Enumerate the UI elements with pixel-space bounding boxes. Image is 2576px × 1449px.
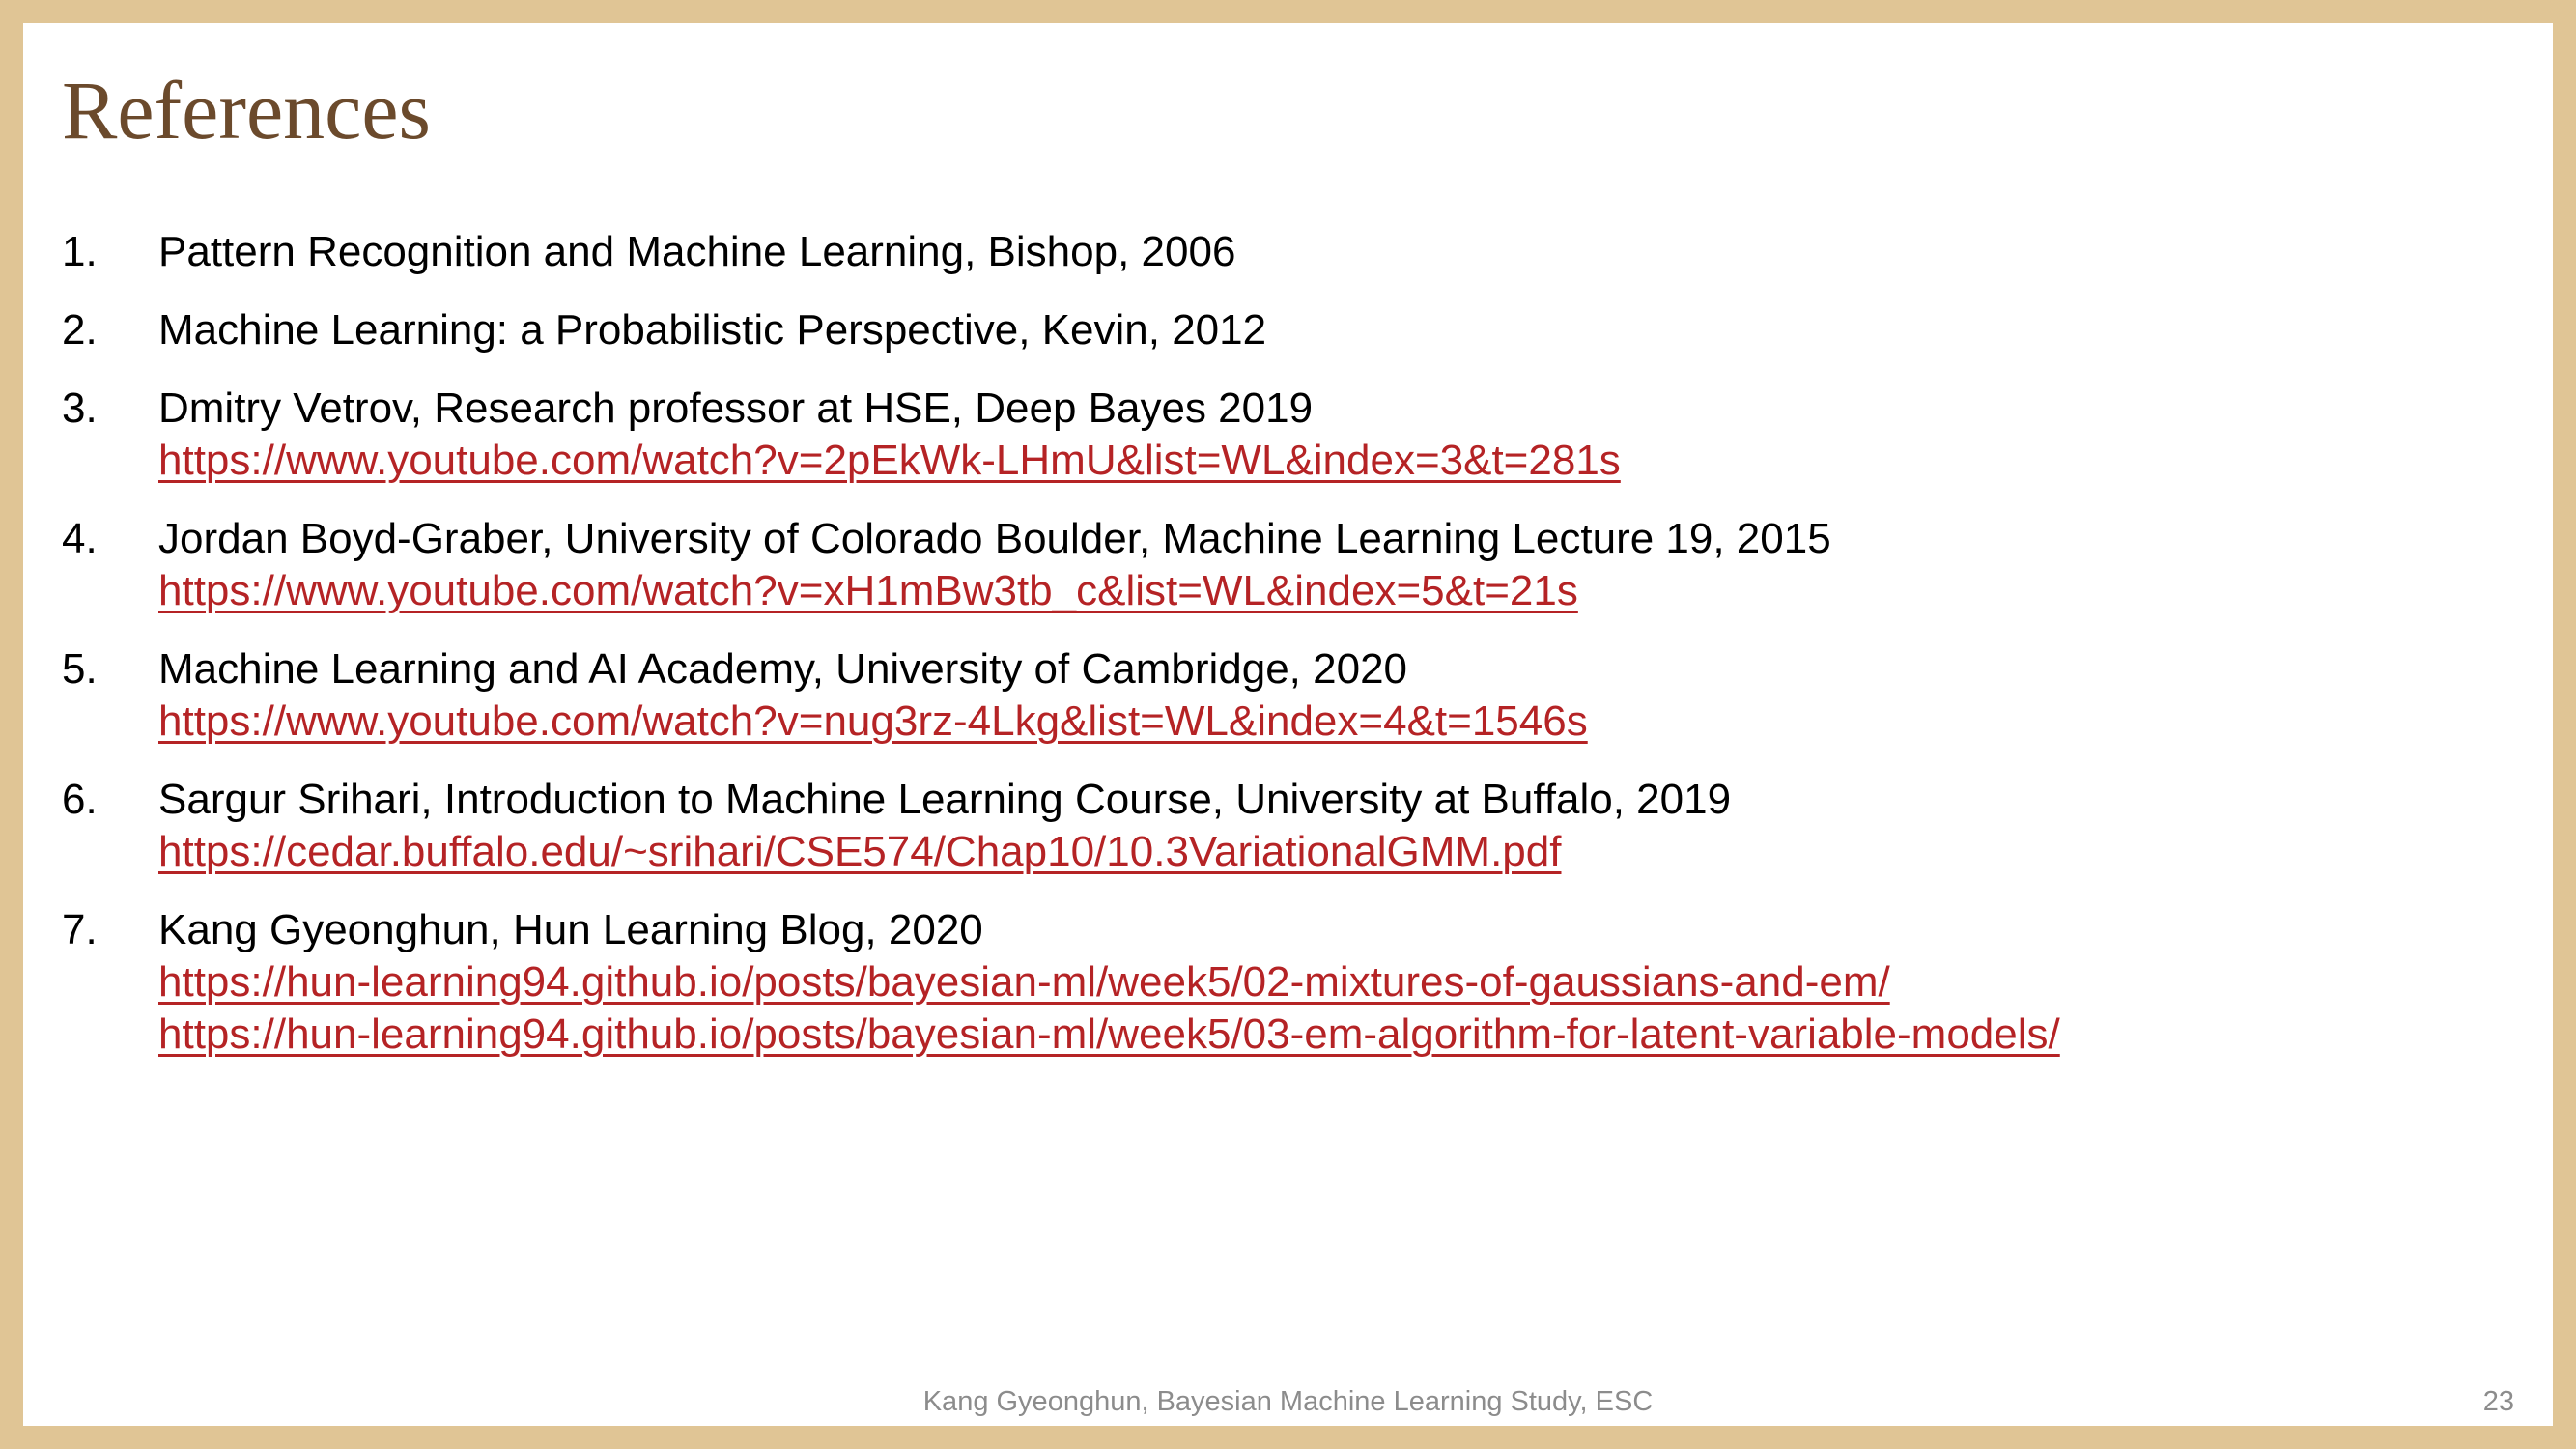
reference-item: 4. Jordan Boyd-Graber, University of Colo… (62, 513, 2515, 617)
reference-list: 1. Pattern Recognition and Machine Learni… (62, 226, 2515, 1087)
reference-link[interactable]: https://www.youtube.com/watch?v=nug3rz-4… (158, 696, 2515, 748)
reference-number: 5. (62, 645, 98, 693)
slide-title: References (62, 64, 431, 156)
reference-link[interactable]: https://cedar.buffalo.edu/~srihari/CSE57… (158, 826, 2515, 878)
reference-text: Machine Learning: a Probabilistic Perspe… (158, 306, 1267, 354)
reference-number: 6. (62, 776, 98, 823)
reference-text: Jordan Boyd-Graber, University of Colora… (158, 515, 1831, 562)
reference-number: 7. (62, 906, 98, 953)
reference-text: Dmitry Vetrov, Research professor at HSE… (158, 384, 1314, 432)
reference-item: 5. Machine Learning and AI Academy, Unive… (62, 643, 2515, 748)
reference-number: 1. (62, 228, 98, 275)
reference-item: 3. Dmitry Vetrov, Research professor at H… (62, 383, 2515, 487)
reference-link[interactable]: https://hun-learning94.github.io/posts/b… (158, 1009, 2515, 1061)
reference-number: 2. (62, 306, 98, 354)
reference-item: 2. Machine Learning: a Probabilistic Pers… (62, 304, 2515, 356)
reference-text: Sargur Srihari, Introduction to Machine … (158, 776, 1732, 823)
reference-link[interactable]: https://www.youtube.com/watch?v=xH1mBw3t… (158, 565, 2515, 617)
slide: References 1. Pattern Recognition and Mac… (23, 23, 2553, 1426)
reference-link[interactable]: https://www.youtube.com/watch?v=2pEkWk-L… (158, 435, 2515, 487)
reference-text: Kang Gyeonghun, Hun Learning Blog, 2020 (158, 906, 983, 953)
reference-item: 7. Kang Gyeonghun, Hun Learning Blog, 202… (62, 904, 2515, 1061)
slide-footer: Kang Gyeonghun, Bayesian Machine Learnin… (922, 1386, 1654, 1417)
reference-text: Pattern Recognition and Machine Learning… (158, 228, 1236, 275)
reference-item: 6. Sargur Srihari, Introduction to Machin… (62, 774, 2515, 878)
reference-link[interactable]: https://hun-learning94.github.io/posts/b… (158, 956, 2515, 1009)
page-number: 23 (2482, 1386, 2514, 1417)
reference-item: 1. Pattern Recognition and Machine Learni… (62, 226, 2515, 278)
reference-number: 3. (62, 384, 98, 432)
reference-text: Machine Learning and AI Academy, Univers… (158, 645, 1408, 693)
reference-number: 4. (62, 515, 98, 562)
